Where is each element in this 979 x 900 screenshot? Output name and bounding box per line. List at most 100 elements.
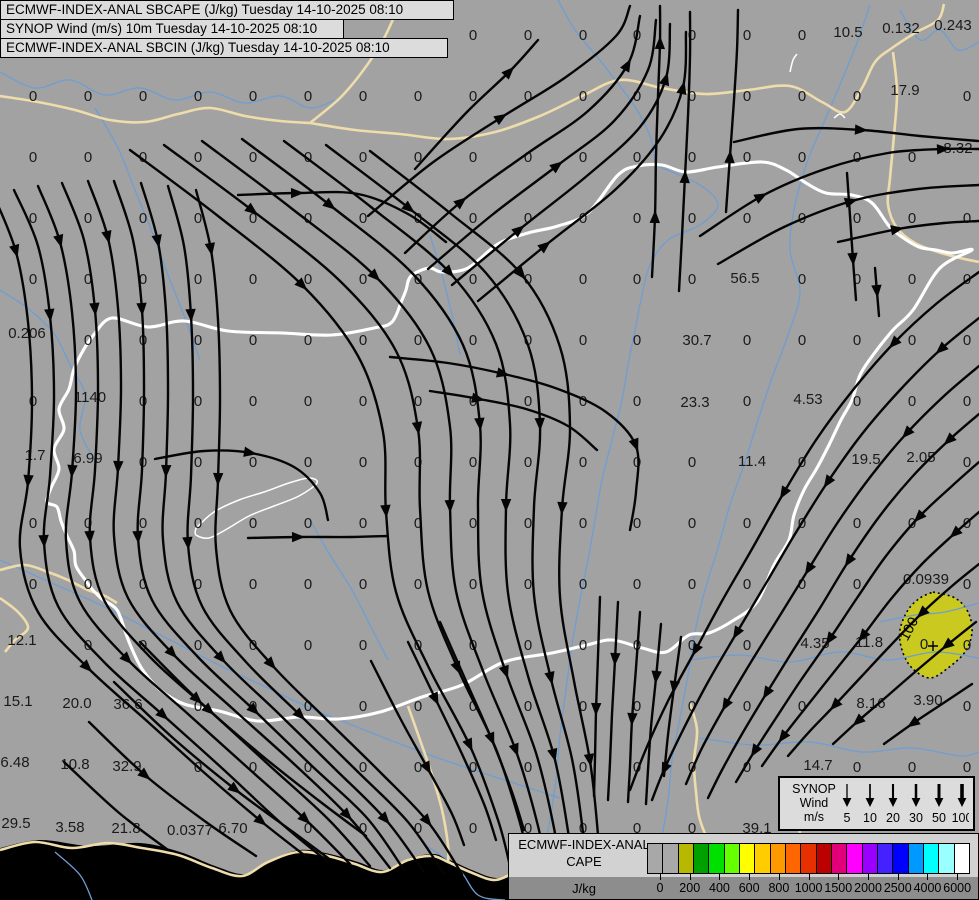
cape-tick-mark <box>927 874 929 880</box>
grid-zero: 0 <box>579 88 587 105</box>
streamline-arrowhead <box>651 670 662 684</box>
cape-tick-label: 4000 <box>913 881 942 895</box>
grid-zero: 0 <box>139 210 147 227</box>
grid-zero: 0 <box>908 271 916 288</box>
grid-zero: 0 <box>524 759 532 776</box>
grid-zero: 0 <box>84 332 92 349</box>
cape-swatch <box>861 843 878 874</box>
cape-tick-label: 200 <box>679 881 701 895</box>
streamline-arrowhead <box>508 742 519 757</box>
cape-legend: ECMWF-INDEX-ANAL CAPE J/kg 0 200 400 600 800… <box>508 833 979 900</box>
grid-zero: 0 <box>139 88 147 105</box>
cape-swatch <box>784 843 802 874</box>
grid-zero: 0 <box>304 454 312 471</box>
grid-zero: 0 <box>743 698 751 715</box>
station-value: 0.0377 <box>167 822 213 839</box>
grid-zero: 0 <box>908 393 916 410</box>
grid-zero: 0 <box>633 393 641 410</box>
grid-zero: 0 <box>524 454 532 471</box>
grid-zero: 0 <box>743 27 751 44</box>
grid-zero: 0 <box>688 271 696 288</box>
streamline-arrowhead <box>290 187 304 199</box>
grid-zero: 0 <box>798 149 806 166</box>
grid-zero: 0 <box>359 698 367 715</box>
cape-legend-param: CAPE <box>566 854 602 869</box>
grid-zero: 0 <box>359 149 367 166</box>
grid-zero: 0 <box>853 149 861 166</box>
cape-tick-mark <box>838 874 840 880</box>
title-sbcin: ECMWF-INDEX-ANAL SBCIN (J/kg) Tuesday 14… <box>0 38 448 58</box>
streamline-arrowhead <box>591 702 602 716</box>
wind-streamline <box>236 190 448 244</box>
grid-zero: 0 <box>304 637 312 654</box>
hungary-border-layer <box>45 53 974 723</box>
wind-arrow-head <box>842 798 852 807</box>
grid-zero: 0 <box>963 210 971 227</box>
streamline-arrowhead <box>544 671 555 685</box>
grid-zero: 0 <box>469 820 477 837</box>
title-sbcape: ECMWF-INDEX-ANAL SBCAPE (J/kg) Tuesday 1… <box>0 0 454 20</box>
streamline-arrowhead <box>9 243 20 258</box>
streamline-arrowhead <box>628 437 639 452</box>
cape-swatch <box>953 843 970 874</box>
cape-swatch <box>769 843 786 874</box>
grid-zero: 0 <box>743 210 751 227</box>
cape-tick-label: 800 <box>768 881 790 895</box>
cape-swatch <box>708 843 725 874</box>
streamline-arrowhead <box>500 498 512 512</box>
cape-tick-label: 2000 <box>854 881 882 895</box>
grid-zero: 0 <box>524 515 532 532</box>
grid-zero: 0 <box>798 88 806 105</box>
streamline-arrowhead <box>753 193 768 204</box>
wind-speed-label: 10 <box>863 811 877 825</box>
grid-zero: 0 <box>524 393 532 410</box>
streamline-arrowhead <box>136 302 147 316</box>
cape-tick-mark <box>689 874 691 880</box>
wind-streamline <box>592 595 602 798</box>
grid-zero: 0 <box>304 332 312 349</box>
grid-zero: 0 <box>908 210 916 227</box>
grid-zero: 0 <box>633 576 641 593</box>
grid-zero: 0 <box>194 393 202 410</box>
cape-colorbar-ticks: 0 200 400 600 800 1000 1500 2000 2500 4000 6000 <box>648 874 978 898</box>
station-value: 0.0939 <box>903 571 949 588</box>
cape-swatch <box>907 843 924 874</box>
streamline-arrowhead <box>534 417 545 431</box>
grid-zero: 0 <box>633 454 641 471</box>
grid-zero: 0 <box>853 210 861 227</box>
grid-zero: 0 <box>29 88 37 105</box>
grid-zero: 0 <box>304 88 312 105</box>
grid-zero: 0 <box>579 454 587 471</box>
grid-zero: 0 <box>29 576 37 593</box>
streamline-arrowhead <box>493 113 508 126</box>
wind-streamline <box>368 149 602 880</box>
streamline-arrowhead <box>844 553 857 568</box>
grid-zero: 0 <box>359 393 367 410</box>
grid-zero: 0 <box>249 332 257 349</box>
station-value: 0.243 <box>934 17 972 34</box>
streamline-arrowhead <box>847 252 858 266</box>
cape-legend-source: ECMWF-INDEX-ANAL <box>518 837 650 852</box>
streamline-arrowhead <box>84 530 95 544</box>
cape-tick-mark <box>957 874 959 880</box>
station-value: 0.132 <box>882 20 920 37</box>
streamline-arrowhead <box>38 534 49 548</box>
wind-streamline <box>606 600 620 802</box>
grid-zero: 0 <box>524 576 532 593</box>
grid-zero: 0 <box>633 515 641 532</box>
streamline-arrowhead <box>484 731 495 746</box>
streamline-arrowhead <box>854 124 868 135</box>
grid-zero: 0 <box>688 210 696 227</box>
station-value: 4.53 <box>793 391 822 408</box>
grid-zero: 0 <box>249 88 257 105</box>
grid-zero: 0 <box>414 698 422 715</box>
grid-zero: 0 <box>29 271 37 288</box>
grid-zero: 0 <box>469 271 477 288</box>
wind-speed-arrows: 5 10 20 30 50 100 <box>842 784 969 825</box>
grid-zero: 0 <box>853 576 861 593</box>
grid-zero: 0 <box>524 27 532 44</box>
grid-zero: 0 <box>579 759 587 776</box>
streamline-arrowhead <box>498 664 509 679</box>
streamline-arrowhead <box>444 499 455 513</box>
wind-streamline <box>388 355 640 532</box>
